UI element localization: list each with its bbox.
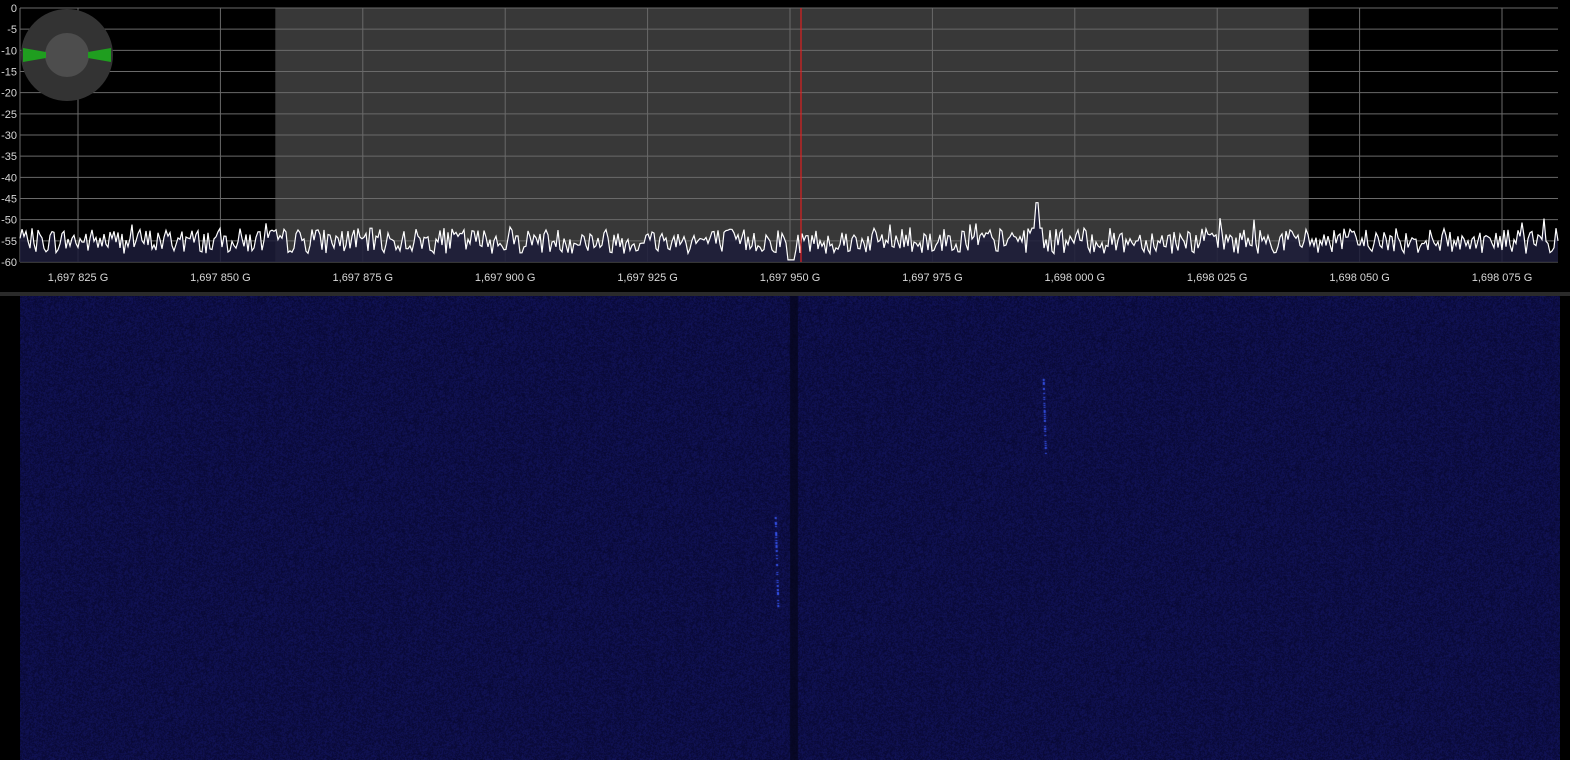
level-tick-label: -10: [1, 45, 17, 57]
level-tick-label: -20: [1, 88, 17, 100]
frequency-tick-label: 1,698 050 G: [1329, 272, 1390, 284]
frequency-tick-label: 1,697 925 G: [617, 272, 678, 284]
frequency-axis: 1,697 825 G 1,697 850 G 1,697 875 G 1,697 9…: [48, 272, 1533, 284]
frequency-tick-label: 1,698 025 G: [1187, 272, 1248, 284]
level-axis: 0 -5 -10 -15 -20 -25 -30 -35 -40 -45 -50 -55 -60: [1, 3, 17, 269]
level-tick-label: -60: [1, 257, 17, 269]
frequency-tick-label: 1,697 875 G: [333, 272, 394, 284]
frequency-tick-label: 1,698 075 G: [1472, 272, 1533, 284]
frequency-tick-label: 1,697 975 G: [902, 272, 963, 284]
frequency-tick-label: 1,697 825 G: [48, 272, 109, 284]
spectrum-panel[interactable]: 0 -5 -10 -15 -20 -25 -30 -35 -40 -45 -50 -55 -60 1,6…: [0, 0, 1570, 292]
frequency-tick-label: 1,698 000 G: [1045, 272, 1106, 284]
zoom-knob-icon[interactable]: [20, 8, 114, 102]
waterfall-panel[interactable]: [0, 296, 1570, 760]
level-tick-label: -5: [7, 24, 17, 36]
level-tick-label: -35: [1, 151, 17, 163]
level-tick-label: -30: [1, 130, 17, 142]
level-tick-label: -55: [1, 236, 17, 248]
frequency-tick-label: 1,697 850 G: [190, 272, 251, 284]
level-tick-label: -50: [1, 215, 17, 227]
level-tick-label: -25: [1, 109, 17, 121]
level-tick-label: 0: [11, 3, 17, 15]
level-tick-label: -40: [1, 172, 17, 184]
waterfall-display[interactable]: [20, 296, 1560, 760]
zoom-knob-center: [45, 33, 89, 77]
spectrum-plot[interactable]: 0 -5 -10 -15 -20 -25 -30 -35 -40 -45 -50 -55 -60 1,6…: [0, 0, 1570, 292]
level-tick-label: -15: [1, 67, 17, 79]
level-tick-label: -45: [1, 194, 17, 206]
frequency-tick-label: 1,697 900 G: [475, 272, 536, 284]
frequency-tick-label: 1,697 950 G: [760, 272, 821, 284]
